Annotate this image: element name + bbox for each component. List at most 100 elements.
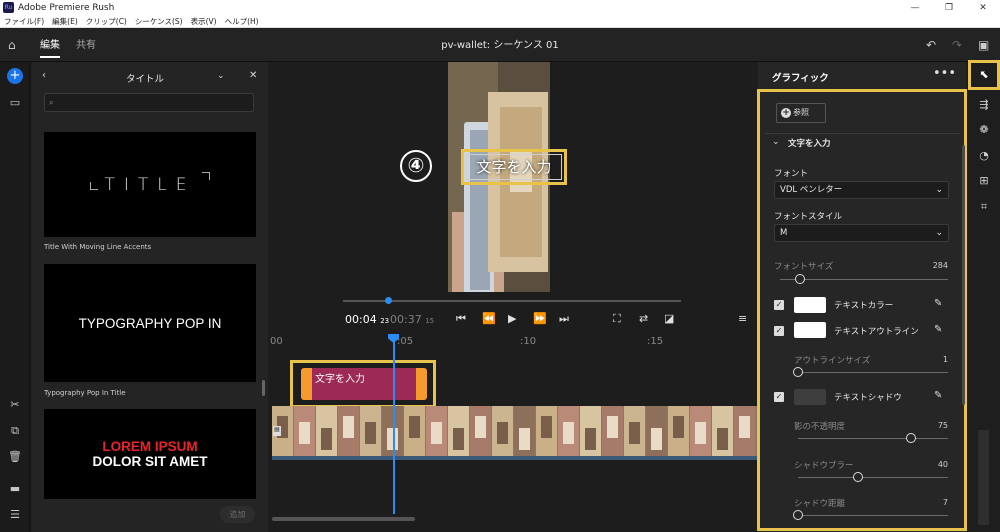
- panel-scrollbar[interactable]: [262, 380, 265, 396]
- redo-icon[interactable]: ↷: [952, 38, 962, 52]
- text-shadow-checkbox[interactable]: ✓: [774, 392, 784, 402]
- font-dropdown[interactable]: VDL ペンレター ⌄: [774, 181, 949, 199]
- active-tab-indicator: [40, 56, 60, 58]
- clip-handle-icon[interactable]: ▤: [273, 426, 281, 436]
- go-to-start-icon[interactable]: ⏮: [456, 312, 466, 326]
- title-template-thumbnail[interactable]: TITLE: [44, 132, 256, 237]
- text-color-swatch[interactable]: [794, 297, 826, 313]
- scrub-bar[interactable]: [343, 300, 681, 302]
- panel-title: タイトル: [126, 74, 165, 85]
- search-icon: ⌕: [49, 98, 54, 107]
- chevron-down-icon[interactable]: ⌄: [217, 71, 225, 81]
- time-ruler[interactable]: 00 :05 :10 :15: [270, 332, 758, 352]
- thumbnail-text: TYPOGRAPHY POP IN: [78, 315, 222, 331]
- add-media-button[interactable]: +: [7, 68, 23, 84]
- menu-clip[interactable]: クリップ(C): [86, 16, 127, 27]
- outline-size-slider[interactable]: [798, 372, 948, 373]
- undo-icon[interactable]: ↶: [926, 38, 936, 52]
- text-overlay[interactable]: 文字を入力: [466, 154, 562, 180]
- back-icon[interactable]: ‹: [42, 70, 46, 81]
- timeline-scrollbar[interactable]: [272, 517, 415, 521]
- feedback-icon[interactable]: ▣: [978, 38, 989, 52]
- menu-view[interactable]: 表示(V): [191, 16, 217, 27]
- track-list-icon[interactable]: ☰: [0, 508, 30, 521]
- toolbar-scrollbar[interactable]: [978, 430, 989, 525]
- shadow-opacity-slider[interactable]: [798, 438, 948, 439]
- eyedropper-icon[interactable]: ✎: [934, 390, 942, 401]
- play-icon[interactable]: ▶: [508, 312, 516, 325]
- eyedropper-icon[interactable]: ✎: [934, 324, 942, 335]
- close-icon[interactable]: ✕: [249, 70, 257, 81]
- font-style-dropdown[interactable]: M ⌄: [774, 224, 949, 242]
- outline-size-label: アウトラインサイズ: [794, 356, 871, 366]
- more-icon[interactable]: •••: [933, 66, 956, 81]
- film-frame-detail: [541, 416, 552, 438]
- window-titlebar: Ru Adobe Premiere Rush — ❐ ✕: [0, 0, 1000, 15]
- font-size-value[interactable]: 284: [918, 261, 948, 270]
- film-frame-detail: [453, 428, 464, 450]
- shadow-opacity-label: 影の不透明度: [794, 422, 846, 432]
- search-input[interactable]: ⌕: [44, 93, 254, 112]
- maximize-icon[interactable]: ❐: [932, 3, 966, 13]
- scrub-handle[interactable]: [385, 297, 392, 304]
- plus-icon: +: [781, 108, 791, 118]
- transitions-icon[interactable]: ⇶: [968, 98, 1000, 111]
- shadow-distance-value[interactable]: 7: [918, 498, 948, 507]
- crop-icon[interactable]: ⌗: [968, 200, 1000, 214]
- minimize-icon[interactable]: —: [898, 3, 932, 13]
- fit-icon[interactable]: ⛶: [613, 312, 621, 326]
- shadow-blur-value[interactable]: 40: [918, 460, 948, 469]
- title-template-thumbnail[interactable]: TYPOGRAPHY POP IN: [44, 264, 256, 382]
- menu-help[interactable]: ヘルプ(H): [225, 16, 259, 27]
- film-frame-detail: [629, 422, 640, 444]
- delete-icon[interactable]: 🗑: [0, 450, 30, 463]
- panel-scrollbar[interactable]: [962, 145, 965, 405]
- add-button[interactable]: 追加: [220, 506, 255, 523]
- collapse-chevron-icon[interactable]: ⌄: [772, 137, 780, 147]
- shadow-distance-slider-handle[interactable]: [793, 510, 803, 520]
- browse-button[interactable]: + 参照: [776, 103, 826, 123]
- title-template-thumbnail[interactable]: LOREM IPSUM DOLOR SIT AMET: [44, 409, 256, 499]
- text-outline-checkbox[interactable]: ✓: [774, 326, 784, 336]
- menu-sequence[interactable]: シーケンス(S): [135, 16, 183, 27]
- film-frame-detail: [497, 422, 508, 444]
- film-frame-detail: [563, 422, 574, 444]
- text-shadow-swatch[interactable]: [794, 389, 826, 405]
- shadow-distance-slider[interactable]: [798, 515, 948, 516]
- track-toggle-icon[interactable]: ▬: [0, 482, 30, 495]
- color-icon[interactable]: ❁: [968, 123, 1000, 136]
- font-size-slider[interactable]: [780, 279, 948, 280]
- step-forward-icon[interactable]: ⏩: [533, 312, 547, 325]
- menu-icon[interactable]: ≡: [738, 312, 747, 325]
- close-window-icon[interactable]: ✕: [966, 3, 1000, 13]
- eyedropper-icon[interactable]: ✎: [934, 298, 942, 309]
- shadow-blur-slider[interactable]: [798, 477, 948, 478]
- speed-icon[interactable]: ◔: [968, 149, 1000, 162]
- playhead[interactable]: [393, 334, 395, 514]
- outline-size-value[interactable]: 1: [918, 355, 948, 364]
- export-frame-icon[interactable]: ⇄: [639, 312, 648, 325]
- outline-size-slider-handle[interactable]: [793, 367, 803, 377]
- menu-edit[interactable]: 編集(E): [52, 16, 78, 27]
- chevron-down-icon: ⌄: [935, 185, 943, 195]
- step-back-icon[interactable]: ⏪: [482, 312, 496, 325]
- resize-icon[interactable]: ◪: [664, 312, 674, 325]
- menu-file[interactable]: ファイル(F): [4, 16, 44, 27]
- shadow-opacity-value[interactable]: 75: [918, 421, 948, 430]
- split-icon[interactable]: ✂: [0, 398, 30, 411]
- template-caption: Typography Pop In Title: [44, 389, 126, 397]
- text-color-checkbox[interactable]: ✓: [774, 300, 784, 310]
- video-track[interactable]: [272, 406, 758, 460]
- project-assets-icon[interactable]: ▭: [0, 96, 30, 109]
- duration-timecode: 00:37 15: [390, 313, 435, 326]
- text-outline-swatch[interactable]: [794, 322, 826, 338]
- graphics-tool-icon[interactable]: ⬉: [968, 68, 1000, 81]
- shadow-opacity-slider-handle[interactable]: [905, 433, 916, 443]
- film-frame-detail: [321, 428, 332, 450]
- go-to-end-icon[interactable]: ⏭: [559, 312, 569, 326]
- shadow-blur-label: シャドウブラー: [794, 461, 854, 471]
- shadow-blur-slider-handle[interactable]: [853, 472, 863, 482]
- duplicate-icon[interactable]: ⧉: [0, 424, 30, 438]
- audio-icon[interactable]: ⊞: [968, 174, 1000, 187]
- ruler-label: :10: [520, 336, 537, 347]
